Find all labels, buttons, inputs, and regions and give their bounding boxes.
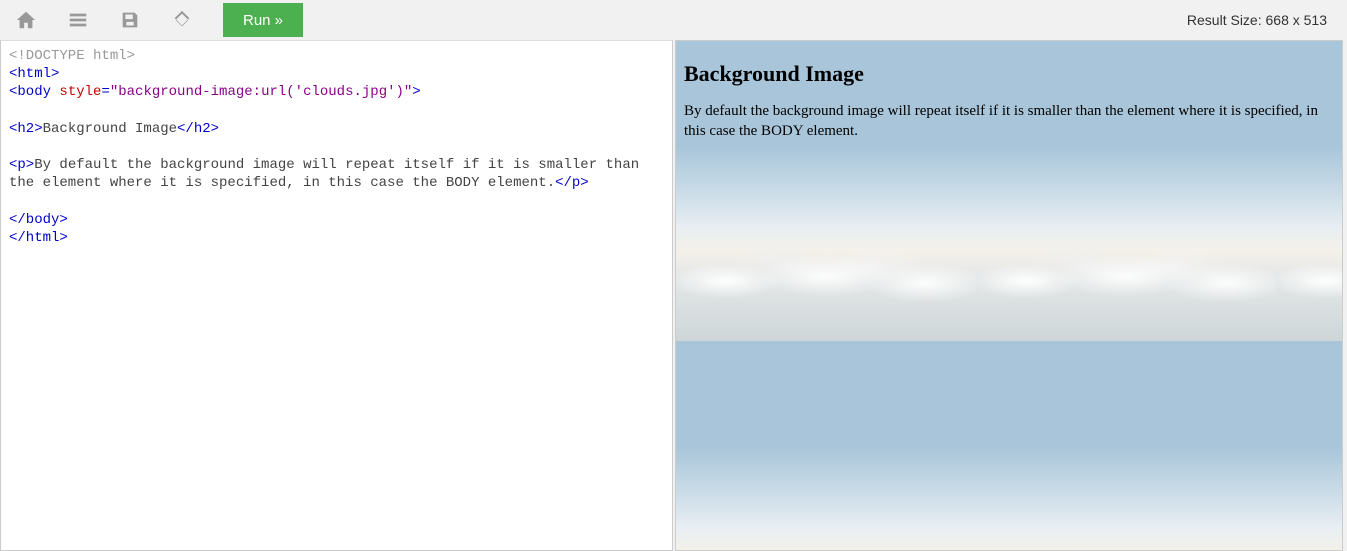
code-line[interactable] <box>9 138 664 156</box>
code-line[interactable] <box>9 102 664 120</box>
code-line[interactable]: </html> <box>9 229 664 247</box>
code-line[interactable]: <html> <box>9 65 664 83</box>
result-pane: Background Image By default the backgrou… <box>675 40 1343 551</box>
editor-pane[interactable]: <!DOCTYPE html><html><body style="backgr… <box>0 40 673 551</box>
menu-icon[interactable] <box>62 4 94 36</box>
run-button[interactable]: Run » <box>223 3 303 37</box>
result-paragraph: By default the background image will rep… <box>684 101 1334 142</box>
code-line[interactable] <box>9 193 664 211</box>
rotate-icon[interactable] <box>166 4 198 36</box>
code-editor[interactable]: <!DOCTYPE html><html><body style="backgr… <box>1 41 672 253</box>
save-icon[interactable] <box>114 4 146 36</box>
code-line[interactable]: <body style="background-image:url('cloud… <box>9 83 664 101</box>
code-line[interactable]: <p>By default the background image will … <box>9 156 664 192</box>
code-line[interactable]: <!DOCTYPE html> <box>9 47 664 65</box>
toolbar: Run » Result Size: 668 x 513 <box>0 0 1347 40</box>
code-line[interactable]: <h2>Background Image</h2> <box>9 120 664 138</box>
result-content: Background Image By default the backgrou… <box>676 41 1342 150</box>
result-size-label: Result Size: 668 x 513 <box>1187 12 1337 28</box>
result-heading: Background Image <box>684 61 1334 87</box>
home-icon[interactable] <box>10 4 42 36</box>
code-line[interactable]: </body> <box>9 211 664 229</box>
main-split: <!DOCTYPE html><html><body style="backgr… <box>0 40 1347 551</box>
